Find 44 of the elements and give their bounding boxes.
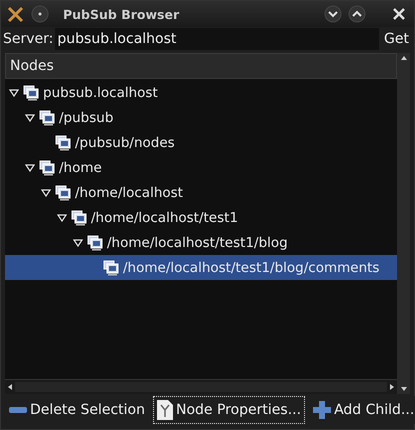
computer-icon <box>87 234 103 250</box>
node-label: pubsub.localhost <box>43 84 158 100</box>
tree-item[interactable]: /home/localhost/test1 <box>5 205 397 230</box>
node-label: /home <box>59 160 102 176</box>
expander-icon[interactable] <box>25 162 35 172</box>
horizontal-scrollbar[interactable] <box>5 379 397 394</box>
window-title: PubSub Browser <box>63 6 180 22</box>
expander-icon[interactable] <box>9 88 19 98</box>
computer-icon <box>55 184 71 200</box>
expander-icon[interactable] <box>41 188 51 198</box>
node-label: /home/localhost/test1/blog <box>107 234 288 250</box>
expander-icon[interactable] <box>73 238 83 248</box>
node-label: /pubsub <box>59 110 114 126</box>
tree-item[interactable]: /pubsub/nodes <box>5 130 397 155</box>
tree-item[interactable]: /home <box>5 155 397 180</box>
maximize-button[interactable] <box>348 5 366 23</box>
tree-item[interactable]: /pubsub <box>5 105 397 130</box>
properties-button[interactable]: Node Properties... <box>152 396 306 424</box>
tree-item[interactable]: pubsub.localhost <box>5 80 397 105</box>
expander-icon[interactable] <box>25 112 35 122</box>
minimize-button[interactable] <box>324 5 342 23</box>
node-label: /home/localhost <box>75 184 183 200</box>
computer-icon <box>23 84 39 100</box>
computer-icon <box>71 210 87 226</box>
node-label: /home/localhost/test1 <box>91 210 238 226</box>
vertical-scrollbar[interactable] <box>397 53 410 394</box>
column-header[interactable]: Nodes <box>5 53 397 79</box>
server-label: Server: <box>3 31 54 47</box>
minus-icon <box>9 406 27 414</box>
plus-icon <box>313 401 332 419</box>
menu-button[interactable] <box>31 5 49 23</box>
computer-icon <box>39 110 55 126</box>
expander-icon[interactable] <box>57 212 67 222</box>
app-icon <box>7 5 25 23</box>
computer-icon <box>103 260 119 276</box>
tree-item[interactable]: /home/localhost <box>5 180 397 205</box>
node-label: /pubsub/nodes <box>75 134 175 150</box>
tree-item[interactable]: /home/localhost/test1/blog <box>5 230 397 255</box>
node-label: /home/localhost/test1/blog/comments <box>123 260 380 276</box>
computer-icon <box>55 134 71 150</box>
tree-item[interactable]: /home/localhost/test1/blog/comments <box>5 255 397 280</box>
document-icon <box>156 400 173 420</box>
computer-icon <box>39 160 55 176</box>
server-field[interactable]: pubsub.localhost <box>55 28 380 50</box>
